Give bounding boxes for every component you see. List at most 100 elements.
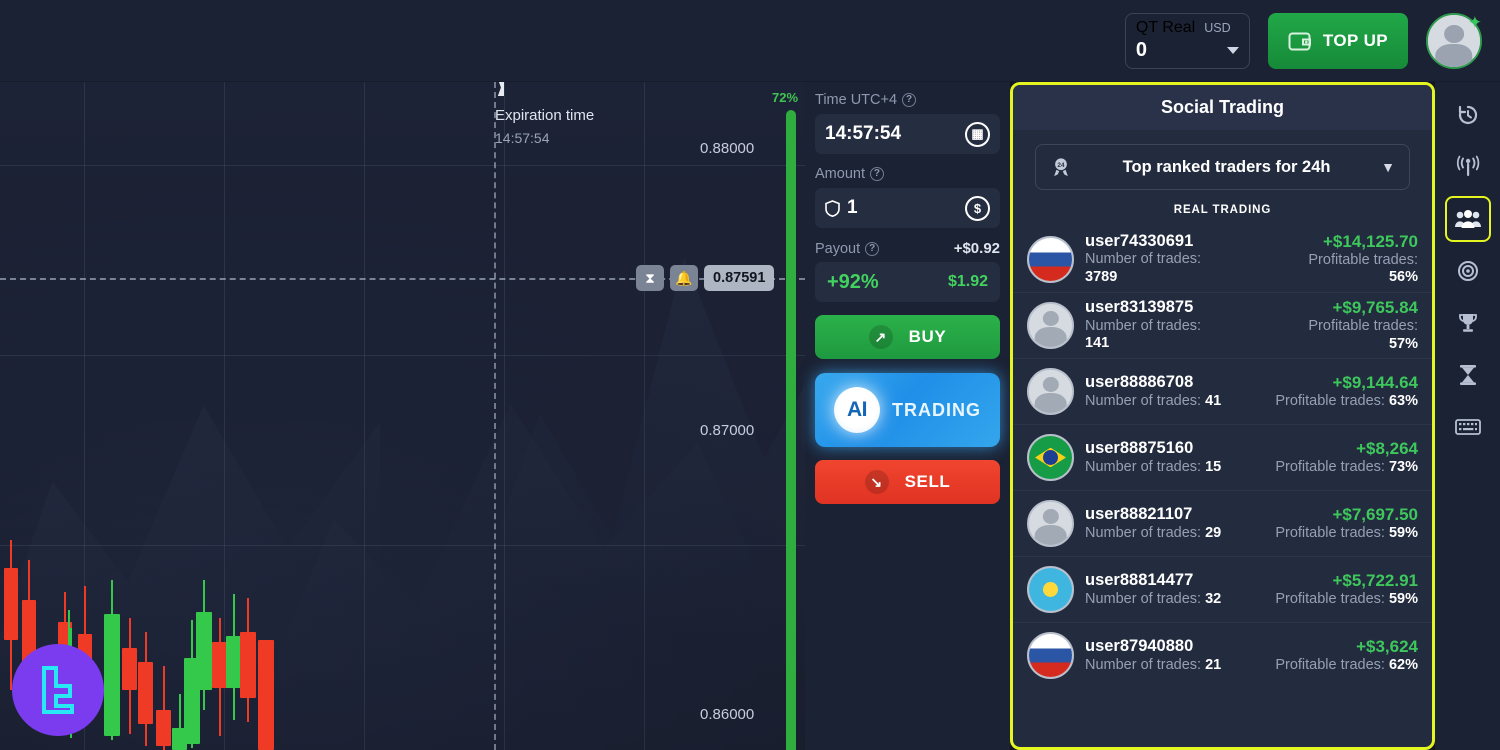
top-ranked-filter-dropdown[interactable]: 24 Top ranked traders for 24h ▼ [1035, 144, 1410, 190]
balance-labels: QT Real USD [1136, 19, 1239, 37]
logo-glyph-icon [42, 666, 74, 714]
profit-value: +$14,125.70 [1322, 231, 1418, 251]
generic-avatar-icon [1029, 370, 1072, 413]
trades-value: 29 [1205, 524, 1222, 541]
table-row[interactable]: user88814477 Number of trades: 32 +$5,72… [1013, 556, 1432, 622]
trades-value: 3789 [1085, 268, 1118, 285]
profit-value: +$7,697.50 [1332, 504, 1418, 524]
grid-line [0, 355, 805, 356]
time-value: 14:57:54 [825, 123, 902, 144]
filter-label: Top ranked traders for 24h [1122, 157, 1331, 176]
profitable-label: Profitable trades: [1275, 524, 1385, 541]
flag-br-icon [1029, 436, 1072, 479]
trades-label: Number of trades: [1085, 656, 1202, 673]
buy-button[interactable]: ↗ BUY [815, 315, 1000, 359]
sidebar-item-history[interactable] [1445, 92, 1491, 138]
chevron-down-icon[interactable] [1226, 46, 1239, 54]
hourglass-icon[interactable]: ⧗ [636, 265, 664, 291]
trades-label: Number of trades: [1085, 392, 1202, 409]
sidebar-item-signals[interactable] [1445, 144, 1491, 190]
wallet-icon [1288, 32, 1311, 50]
price-chart[interactable]: Expiration time 14:57:54 0.88000 0.87000… [0, 82, 805, 750]
medal-24h-icon: 24 [1054, 158, 1068, 177]
help-icon[interactable]: ? [902, 93, 917, 107]
amount-value-group: 1 [825, 197, 858, 219]
svg-text:24: 24 [1057, 162, 1065, 169]
trader-name: user83139875 [1085, 298, 1194, 317]
right-sidebar [1435, 82, 1500, 750]
profitable-label: Profitable trades: [1308, 251, 1418, 268]
table-row[interactable]: user83139875 Number of trades: 141 +$9,7… [1013, 292, 1432, 358]
shield-icon [825, 199, 840, 217]
payout-box: +92% $1.92 [815, 262, 1000, 302]
top-bar: QT Real USD 0 TOP UP ✦ [0, 0, 1500, 82]
balance-selector[interactable]: QT Real USD 0 [1124, 12, 1250, 69]
sidebar-item-target[interactable] [1445, 248, 1491, 294]
table-row[interactable]: user87940880 Number of trades: 21 +$3,62… [1013, 622, 1432, 688]
calendar-icon[interactable]: ▦ [965, 121, 990, 147]
expiration-time-label: Expiration time [495, 107, 595, 124]
price-axis-label: 0.88000 [700, 140, 755, 157]
candle [212, 610, 227, 750]
avatar [1027, 632, 1074, 679]
trader-name: user88875160 [1085, 439, 1194, 458]
time-label: Time UTC+4 [815, 92, 898, 108]
table-row[interactable]: user88875160 Number of trades: 15 +$8,26… [1013, 424, 1432, 490]
grid-line [0, 165, 805, 166]
chevron-down-icon[interactable]: ▼ [1381, 159, 1395, 175]
profit-value: +$3,624 [1356, 636, 1418, 656]
trader-list[interactable]: user74330691 Number of trades: 3789 +$14… [1013, 226, 1432, 747]
sell-button[interactable]: ↘ SELL [815, 460, 1000, 504]
expiration-time-value: 14:57:54 [495, 130, 550, 146]
profitable-label: Profitable trades: [1275, 590, 1385, 607]
purple-l-logo [12, 644, 104, 736]
profit-value: +$8,264 [1356, 438, 1418, 458]
candle [196, 580, 212, 750]
trades-value: 141 [1085, 335, 1110, 352]
profitable-value: 63% [1388, 392, 1418, 409]
profitable-value: 73% [1388, 458, 1418, 475]
avatar [1027, 434, 1074, 481]
sidebar-item-keyboard-shortcuts[interactable] [1445, 404, 1491, 450]
table-row[interactable]: user88821107 Number of trades: 29 +$7,69… [1013, 490, 1432, 556]
top-up-button[interactable]: TOP UP [1267, 12, 1408, 69]
candle [258, 624, 274, 750]
candle [240, 598, 256, 750]
profitable-label: Profitable trades: [1275, 656, 1385, 673]
payout-total: $1.92 [947, 273, 988, 290]
sidebar-item-tournaments[interactable] [1445, 300, 1491, 346]
trades-value: 15 [1205, 458, 1222, 475]
expiration-vertical-line [494, 82, 496, 750]
table-row[interactable]: user88886708 Number of trades: 41 +$9,14… [1013, 358, 1432, 424]
table-row[interactable]: user74330691 Number of trades: 3789 +$14… [1013, 226, 1432, 292]
current-price-badge: 0.87591 [704, 265, 775, 291]
ai-trading-label: TRADING [892, 399, 981, 420]
expiration-time-input[interactable]: 14:57:54 ▦ [815, 114, 1000, 154]
avatar [1027, 500, 1074, 547]
price-axis-label: 0.87000 [700, 422, 755, 439]
profitable-value: 59% [1388, 590, 1418, 607]
help-icon[interactable]: ? [869, 167, 884, 181]
currency-label: USD [1204, 21, 1231, 35]
flag-ru-icon [1029, 237, 1072, 281]
sidebar-item-social-trading[interactable] [1444, 196, 1491, 242]
avatar [1027, 235, 1074, 283]
hourglass-icon [1459, 365, 1476, 385]
keyboard-icon [1454, 419, 1481, 435]
amount-input[interactable]: 1 $ [815, 188, 1000, 228]
amount-label: Amount [815, 166, 865, 182]
avatar [1027, 302, 1074, 349]
ai-trading-button[interactable]: AI TRADING [815, 373, 1000, 447]
candle [156, 654, 171, 750]
profitable-label: Profitable trades: [1275, 458, 1385, 475]
candle [122, 600, 137, 750]
generic-avatar-icon [1029, 304, 1072, 347]
avatar[interactable]: ✦ [1426, 12, 1482, 69]
sidebar-item-pending[interactable] [1445, 352, 1491, 398]
help-icon[interactable]: ? [865, 241, 880, 256]
grid-line [504, 82, 505, 750]
target-icon [1457, 261, 1478, 281]
bell-icon[interactable]: 🔔 [670, 265, 698, 291]
dollar-icon[interactable]: $ [965, 195, 990, 221]
payout-label: Payout [815, 240, 861, 257]
